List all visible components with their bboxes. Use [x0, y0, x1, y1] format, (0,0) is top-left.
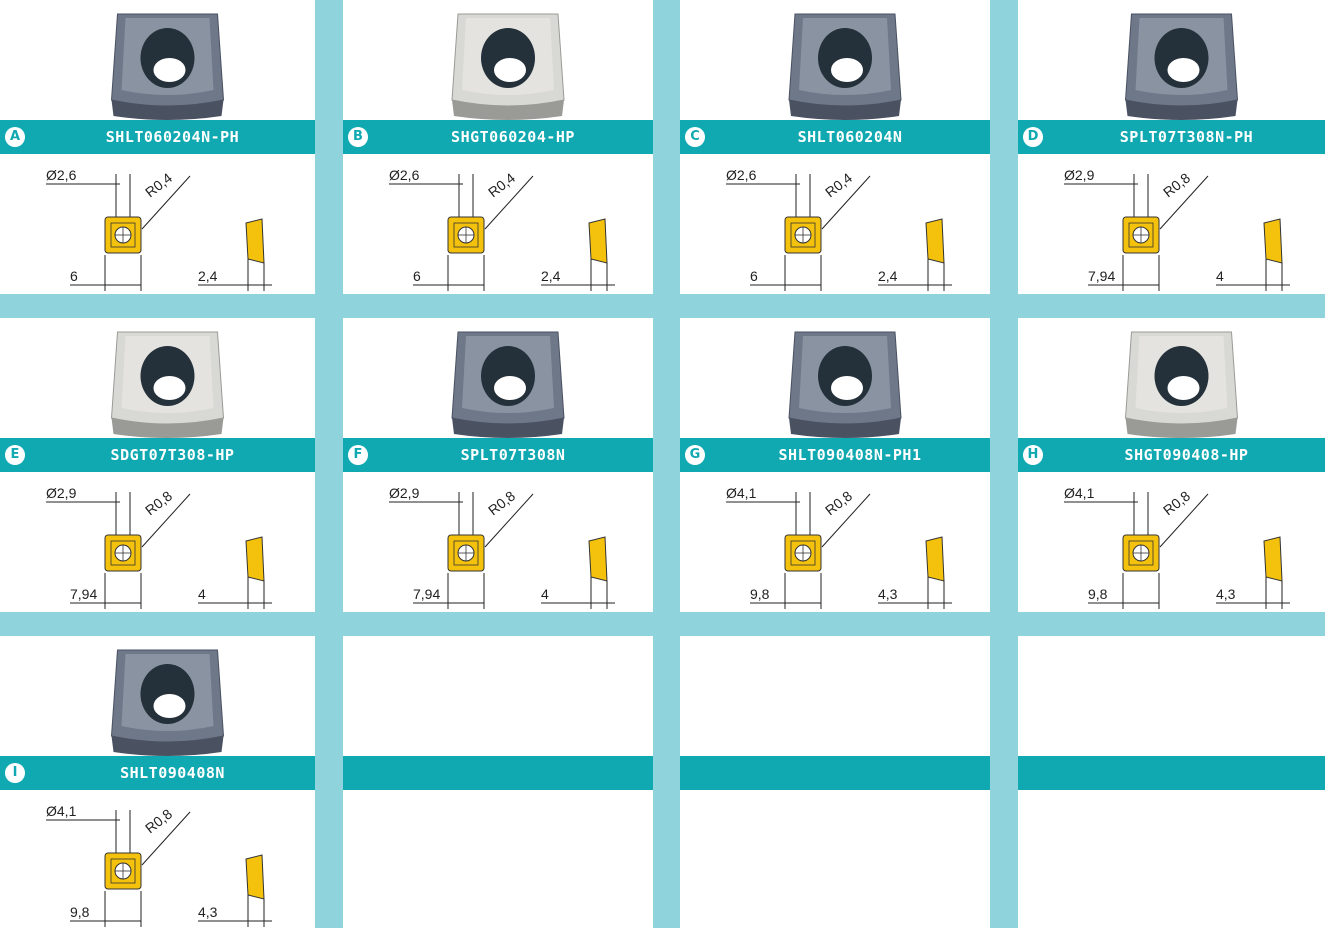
insert-code: SPLT07T308N-PH	[1119, 128, 1254, 146]
code-band	[680, 756, 990, 790]
width-label: 6	[750, 268, 758, 284]
radius-label: R0,8	[142, 805, 175, 836]
thickness-label: 4,3	[1216, 586, 1236, 602]
insert-photo	[1018, 318, 1325, 438]
letter-badge: C	[685, 127, 705, 147]
dimension-drawing: Ø2,9 R0,8 7,94 4	[0, 472, 315, 612]
insert-code: SHLT060204N-PH	[105, 128, 240, 146]
width-label: 7,94	[70, 586, 97, 602]
insert-photo	[0, 636, 315, 756]
width-label: 9,8	[750, 586, 770, 602]
thickness-label: 4	[541, 586, 549, 602]
code-band: H SHGT090408-HP	[1018, 438, 1325, 472]
diameter-label: Ø2,6	[389, 167, 420, 183]
insert-code: SHGT090408-HP	[1124, 446, 1249, 464]
diameter-label: Ø4,1	[1064, 485, 1095, 501]
insert-photo	[0, 318, 315, 438]
insert-code: SHLT090408N-PH1	[778, 446, 922, 464]
letter-badge: H	[1023, 445, 1043, 465]
letter-badge: F	[348, 445, 368, 465]
insert-photo	[343, 318, 653, 438]
insert-code: SPLT07T308N	[460, 446, 566, 464]
width-label: 7,94	[413, 586, 440, 602]
dimension-drawing: Ø2,9 R0,8 7,94 4	[1018, 154, 1325, 294]
thickness-label: 4	[198, 586, 206, 602]
diameter-label: Ø4,1	[46, 803, 77, 819]
dimension-drawing: Ø4,1 R0,8 9,8 4,3	[0, 790, 315, 928]
insert-code: SHLT090408N	[120, 764, 225, 782]
radius-label: R0,8	[822, 487, 855, 518]
insert-photo	[680, 318, 990, 438]
dimension-drawing: Ø4,1 R0,8 9,8 4,3	[1018, 472, 1325, 612]
code-band	[1018, 756, 1325, 790]
thickness-label: 4	[1216, 268, 1224, 284]
diameter-label: Ø2,6	[46, 167, 77, 183]
code-band: F SPLT07T308N	[343, 438, 653, 472]
radius-label: R0,8	[485, 487, 518, 518]
width-label: 9,8	[1088, 586, 1108, 602]
dimension-drawing: Ø4,1 R0,8 9,8 4,3	[680, 472, 990, 612]
thickness-label: 2,4	[198, 268, 218, 284]
width-label: 7,94	[1088, 268, 1115, 284]
radius-label: R0,4	[142, 169, 175, 200]
code-band	[343, 756, 653, 790]
letter-badge: E	[5, 445, 25, 465]
insert-code: SHGT060204-HP	[451, 128, 575, 146]
insert-card: H SHGT090408-HP Ø4,1 R0,8 9,8 4,3	[1018, 318, 1325, 612]
code-band: D SPLT07T308N-PH	[1018, 120, 1325, 154]
code-band: A SHLT060204N-PH	[0, 120, 315, 154]
code-band: I SHLT090408N	[0, 756, 315, 790]
code-band: C SHLT060204N	[680, 120, 990, 154]
radius-label: R0,4	[485, 169, 518, 200]
dimension-drawing: Ø2,6 R0,4 6 2,4	[680, 154, 990, 294]
insert-code: SDGT07T308-HP	[110, 446, 235, 464]
diameter-label: Ø4,1	[726, 485, 757, 501]
width-label: 9,8	[70, 904, 90, 920]
letter-badge: B	[348, 127, 368, 147]
insert-card: C SHLT060204N Ø2,6 R0,4 6 2,4	[680, 0, 990, 294]
diameter-label: Ø2,9	[389, 485, 420, 501]
insert-card: E SDGT07T308-HP Ø2,9 R0,8 7,94 4	[0, 318, 315, 612]
code-band: E SDGT07T308-HP	[0, 438, 315, 472]
letter-badge: D	[1023, 127, 1043, 147]
insert-photo	[0, 0, 315, 120]
dimension-drawing: Ø2,6 R0,4 6 2,4	[0, 154, 315, 294]
thickness-label: 4,3	[198, 904, 218, 920]
insert-photo	[1018, 0, 1325, 120]
thickness-label: 4,3	[878, 586, 898, 602]
radius-label: R0,8	[142, 487, 175, 518]
diameter-label: Ø2,6	[726, 167, 757, 183]
insert-photo	[343, 0, 653, 120]
letter-badge: A	[5, 127, 25, 147]
thickness-label: 2,4	[541, 268, 561, 284]
radius-label: R0,8	[1160, 169, 1193, 200]
code-band: B SHGT060204-HP	[343, 120, 653, 154]
letter-badge: G	[685, 445, 705, 465]
empty-card	[1018, 636, 1325, 928]
insert-card: A SHLT060204N-PH Ø2,6 R0,4 6 2,4	[0, 0, 315, 294]
empty-card	[680, 636, 990, 928]
letter-badge: I	[5, 763, 25, 783]
dimension-drawing: Ø2,6 R0,4 6 2,4	[343, 154, 653, 294]
insert-card: B SHGT060204-HP Ø2,6 R0,4 6 2,4	[343, 0, 653, 294]
width-label: 6	[70, 268, 78, 284]
radius-label: R0,8	[1160, 487, 1193, 518]
insert-card: D SPLT07T308N-PH Ø2,9 R0,8 7,94 4	[1018, 0, 1325, 294]
insert-code: SHLT060204N	[797, 128, 903, 146]
empty-card	[343, 636, 653, 928]
insert-card: G SHLT090408N-PH1 Ø4,1 R0,8 9,8 4,3	[680, 318, 990, 612]
diameter-label: Ø2,9	[46, 485, 77, 501]
code-band: G SHLT090408N-PH1	[680, 438, 990, 472]
insert-card: F SPLT07T308N Ø2,9 R0,8 7,94 4	[343, 318, 653, 612]
thickness-label: 2,4	[878, 268, 898, 284]
width-label: 6	[413, 268, 421, 284]
insert-card: I SHLT090408N Ø4,1 R0,8 9,8 4,3	[0, 636, 315, 928]
diameter-label: Ø2,9	[1064, 167, 1095, 183]
insert-photo	[680, 0, 990, 120]
dimension-drawing: Ø2,9 R0,8 7,94 4	[343, 472, 653, 612]
radius-label: R0,4	[822, 169, 855, 200]
